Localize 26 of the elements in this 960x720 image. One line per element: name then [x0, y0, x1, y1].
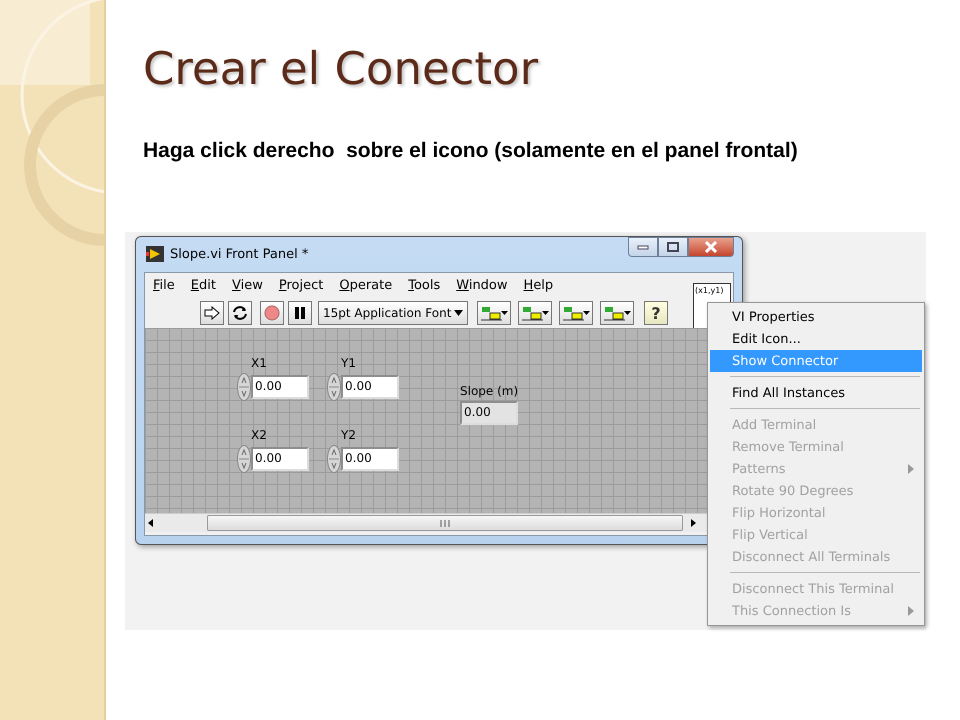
numeric-field[interactable]: 0.00 [251, 375, 309, 399]
numeric-field[interactable]: 0.00 [251, 447, 309, 471]
window-title: Slope.vi Front Panel * [170, 246, 308, 262]
context-menu-item[interactable]: VI Properties [710, 306, 922, 328]
numeric-field[interactable]: 0.00 [341, 375, 399, 399]
numeric-indicator: 0.00 [460, 401, 518, 425]
control-label: Y1 [340, 356, 357, 370]
slide-title: Crear el Conector [143, 42, 538, 95]
control-label: X2 [250, 428, 268, 442]
menu-item[interactable]: Edit [188, 278, 218, 293]
control-label: X1 [250, 356, 268, 370]
menu-item[interactable]: Operate [337, 278, 394, 293]
menu-item[interactable]: Window [454, 278, 510, 293]
menu-item[interactable]: Help [522, 278, 556, 293]
font-dropdown[interactable]: 15pt Application Font [318, 301, 468, 325]
menu-item[interactable]: View [230, 278, 265, 293]
instruction-text: Haga click derecho sobre el icono (solamente en el panel frontal) [143, 138, 799, 163]
control-label: Slope (m) [460, 384, 518, 398]
menu-item[interactable]: Project [276, 278, 326, 293]
context-menu-item[interactable]: Edit Icon... [710, 328, 922, 350]
context-menu-item[interactable]: Find All Instances [710, 382, 922, 404]
menu-item[interactable]: File [151, 278, 177, 293]
numeric-field[interactable]: 0.00 [341, 447, 399, 471]
context-help-button[interactable]: ? [644, 301, 668, 325]
control-label: Y2 [340, 428, 357, 442]
menu-item[interactable]: Tools [406, 278, 442, 293]
